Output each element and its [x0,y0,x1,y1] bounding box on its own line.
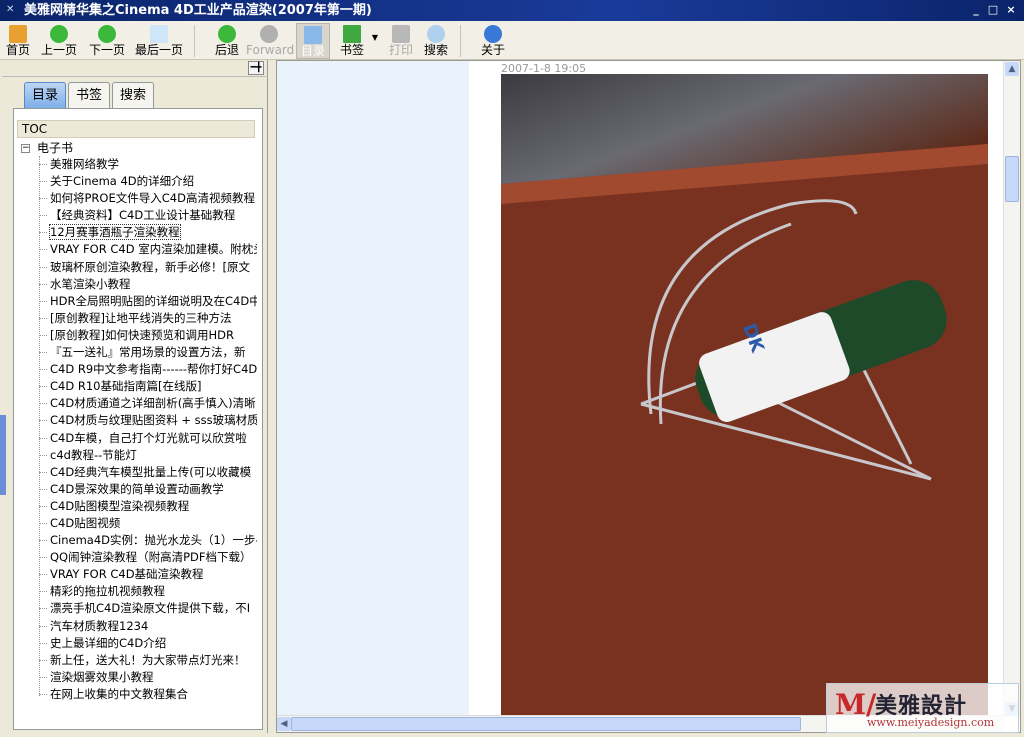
scroll-left-arrow[interactable]: ◀ [277,717,291,731]
toc-item[interactable]: C4D贴图视频 [19,515,257,532]
toc-item[interactable]: C4D材质通道之详细剖析(高手慎入)清晰 [19,395,257,412]
toc-item[interactable]: 美雅网络教学 [19,156,257,173]
toc-panel: TOC − 电子书 美雅网络教学 关于Cinema 4D的详细介绍 如何将PROE文件… [13,108,263,730]
forward-button[interactable]: Forward [246,23,294,59]
toc-item[interactable]: 玻璃杯原创渲染教程，新手必修！[原文 [19,259,257,276]
page-margin [277,61,469,717]
toc-button[interactable]: 目录 [296,23,330,59]
toc-item[interactable]: 在网上收集的中文教程集合 [19,686,257,703]
toc-item[interactable]: 漂亮手机C4D渲染原文件提供下载，不I [19,600,257,617]
toc-item[interactable]: 新上任，送大礼！为大家带点灯光来！ [19,652,257,669]
toc-item[interactable]: [原创教程]让地平线消失的三种方法 [19,310,257,327]
toc-item[interactable]: C4D贴图模型渲染视频教程 [19,498,257,515]
content-view: 2007-1-8 19:05 DK ▲ ▼ ◀ [276,60,1021,733]
render-image: DK [501,74,988,717]
toc-item[interactable]: C4D R10基础指南篇[在线版] [19,378,257,395]
toc-item[interactable]: 12月赛事酒瓶子渲染教程 [19,224,257,241]
bookmark-icon [343,25,361,43]
search-icon [427,25,445,43]
toc-item[interactable]: 【经典资料】C4D工业设计基础教程 [19,207,257,224]
toc-item[interactable]: C4D经典汽车模型批量上传(可以收藏模 [19,464,257,481]
toc-item[interactable]: VRAY FOR C4D基础渲染教程 [19,566,257,583]
tab-search[interactable]: 搜索 [112,82,154,108]
toc-item[interactable]: 如何将PROE文件导入C4D高清视频教程 [19,190,257,207]
print-icon [392,25,410,43]
toc-item[interactable]: HDR全局照明贴图的详细说明及在C4D中 [19,293,257,310]
last-page-button[interactable]: 最后一页 [134,23,184,59]
toc-item[interactable]: 『五一送礼』常用场景的设置方法，新 [19,344,257,361]
close-button[interactable]: × [1003,3,1019,17]
home-button[interactable]: 首页 [4,23,32,59]
vertical-scroll-thumb[interactable] [1005,156,1019,202]
tree-root[interactable]: − 电子书 [19,140,257,156]
toc-icon [304,26,322,44]
toc-item[interactable]: 汽车材质教程1234 [19,618,257,635]
tab-toc[interactable]: 目录 [24,82,66,108]
toc-item[interactable]: [原创教程]如何快速预览和调用HDR [19,327,257,344]
back-button[interactable]: 后退 [212,23,242,59]
minimize-button[interactable]: _ [968,3,984,17]
toc-item[interactable]: VRAY FOR C4D 室内渲染加建模。附枕头 [19,241,257,258]
toc-item[interactable]: QQ闹钟渲染教程（附高清PDF档下载） [19,549,257,566]
toc-item[interactable]: C4D R9中文参考指南------帮你打好C4D基 [19,361,257,378]
info-icon [484,25,502,43]
search-button[interactable]: 搜索 [420,23,452,59]
vertical-scrollbar[interactable]: ▲ ▼ [1003,61,1020,717]
toc-item[interactable]: 精彩的拖拉机视频教程 [19,583,257,600]
arrow-right-icon [260,25,278,43]
app-icon: ✕ [6,4,15,15]
splitter-handle[interactable] [0,415,6,495]
bookmark-button[interactable]: 书签 [336,23,368,59]
toc-item[interactable]: 关于Cinema 4D的详细介绍 [19,173,257,190]
toc-item[interactable]: 史上最详细的C4D介绍 [19,635,257,652]
home-icon [9,25,27,43]
sidebar: ━╋ 目录 书签 搜索 TOC − 电子书 美雅网络教学 关于Cinema 4D的详… [0,60,268,733]
toc-item[interactable]: c4d教程--节能灯 [19,447,257,464]
pin-icon[interactable]: ━╋ [248,61,264,75]
arrow-down-icon [98,25,116,43]
arrow-up-icon [50,25,68,43]
toc-item[interactable]: Cinema4D实例：抛光水龙头（1）一步- [19,532,257,549]
maximize-button[interactable]: □ [985,3,1001,17]
next-page-button[interactable]: 下一页 [86,23,128,59]
sidebar-header: ━╋ [2,60,266,77]
window-title: 美雅网精华集之Cinema 4D工业产品渲染(2007年第一期) [24,3,372,18]
separator [460,25,461,57]
scroll-up-arrow[interactable]: ▲ [1005,62,1019,76]
toolbar: 首页 上一页 下一页 最后一页 后退 Forward 目录 书签 ▼ 打印 搜索… [0,21,1024,60]
about-button[interactable]: 关于 [478,23,508,59]
toc-item[interactable]: 渲染烟雾效果小教程 [19,669,257,686]
toc-item[interactable]: C4D车模，自己打个灯光就可以欣赏啦 [19,430,257,447]
toc-item[interactable]: C4D材质与纹理贴图资料 + sss玻璃材质 [19,412,257,429]
toc-item[interactable]: C4D景深效果的简单设置动画教学 [19,481,257,498]
wine-bottle-holder-image: DK [501,144,988,717]
toc-item[interactable]: 水笔渲染小教程 [19,276,257,293]
toc-header: TOC [17,120,255,138]
separator [194,25,195,57]
last-page-icon [150,25,168,43]
title-bar: ✕ 美雅网精华集之Cinema 4D工业产品渲染(2007年第一期) _ □ × [0,0,1024,21]
watermark-logo: M/ 美雅設計 www.meiyadesign.com [826,683,1019,733]
arrow-left-icon [218,25,236,43]
prev-page-button[interactable]: 上一页 [38,23,80,59]
toc-tree: − 电子书 美雅网络教学 关于Cinema 4D的详细介绍 如何将PROE文件导入C4… [19,140,257,703]
horizontal-scroll-thumb[interactable] [291,717,801,731]
print-button[interactable]: 打印 [386,23,416,59]
tab-bookmarks[interactable]: 书签 [68,82,110,108]
collapse-icon[interactable]: − [21,144,30,153]
